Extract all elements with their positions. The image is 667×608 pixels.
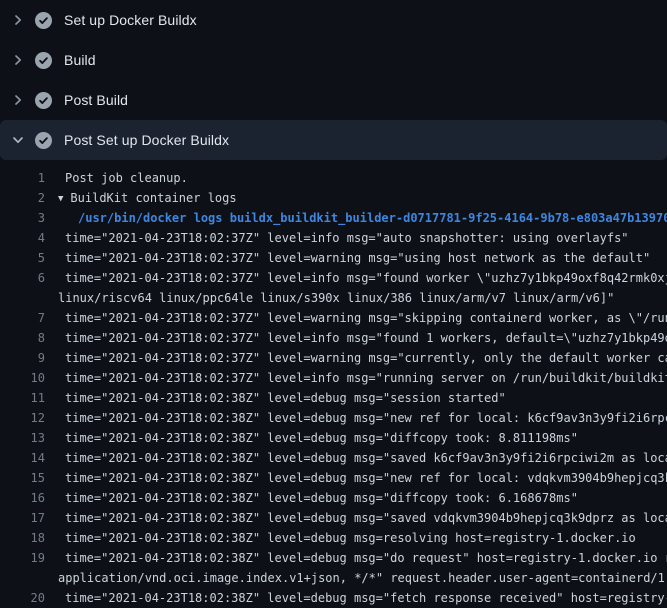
log-line-text: time="2021-04-23T18:02:37Z" level=info m… [45,368,667,388]
log-line-text: time="2021-04-23T18:02:37Z" level=info m… [45,228,667,248]
log-line-text: time="2021-04-23T18:02:38Z" level=debug … [45,548,667,568]
log-line-text: /usr/bin/docker logs buildx_buildkit_bui… [45,208,667,228]
log-line-text: time="2021-04-23T18:02:38Z" level=debug … [45,588,667,608]
chevron-right-icon[interactable] [10,12,26,28]
log-line-text: time="2021-04-23T18:02:37Z" level=info m… [45,268,667,288]
line-number[interactable]: 18 [0,528,45,548]
chevron-right-icon[interactable] [10,92,26,108]
log-line-text: time="2021-04-23T18:02:37Z" level=warnin… [45,248,667,268]
log-line: 6 time="2021-04-23T18:02:37Z" level=info… [0,268,667,288]
step-row-set-up-docker-buildx[interactable]: Set up Docker Buildx [0,0,667,40]
check-circle-icon [35,92,52,109]
line-number[interactable]: 17 [0,508,45,528]
line-number[interactable]: 2 [0,188,45,208]
step-row-post-set-up-docker-buildx[interactable]: Post Set up Docker Buildx [0,120,667,160]
log-line: 8 time="2021-04-23T18:02:37Z" level=info… [0,328,667,348]
line-number[interactable]: 3 [0,208,45,228]
log-line-text: time="2021-04-23T18:02:37Z" level=info m… [45,328,667,348]
line-number[interactable]: 12 [0,408,45,428]
log-line: 19 time="2021-04-23T18:02:38Z" level=deb… [0,548,667,568]
line-number[interactable]: 5 [0,248,45,268]
log-line: 13 time="2021-04-23T18:02:38Z" level=deb… [0,428,667,448]
log-line-text: time="2021-04-23T18:02:37Z" level=warnin… [45,348,667,368]
log-line: 14 time="2021-04-23T18:02:38Z" level=deb… [0,448,667,468]
log-line-text: time="2021-04-23T18:02:38Z" level=debug … [45,468,667,488]
line-number[interactable] [0,568,45,588]
step-label: Build [64,52,96,68]
log-line-text: application/vnd.oci.image.index.v1+json,… [45,568,667,588]
group-toggle-icon[interactable]: ▼ [58,189,63,208]
line-number[interactable]: 8 [0,328,45,348]
line-number[interactable]: 4 [0,228,45,248]
log-line-text: time="2021-04-23T18:02:38Z" level=debug … [45,508,667,528]
log-line: 15 time="2021-04-23T18:02:38Z" level=deb… [0,468,667,488]
log-line-text: time="2021-04-23T18:02:38Z" level=debug … [45,428,667,448]
log-line: 10 time="2021-04-23T18:02:37Z" level=inf… [0,368,667,388]
line-number[interactable]: 19 [0,548,45,568]
log-line: 17 time="2021-04-23T18:02:38Z" level=deb… [0,508,667,528]
line-number[interactable]: 13 [0,428,45,448]
log-line: 4 time="2021-04-23T18:02:37Z" level=info… [0,228,667,248]
log-line-text: Post job cleanup. [45,168,667,188]
log-line: application/vnd.oci.image.index.v1+json,… [0,568,667,588]
line-number[interactable]: 7 [0,308,45,328]
step-label: Set up Docker Buildx [64,12,197,28]
log-line: 18 time="2021-04-23T18:02:38Z" level=deb… [0,528,667,548]
log-line-text: time="2021-04-23T18:02:38Z" level=debug … [45,388,667,408]
log-line-text: linux/riscv64 linux/ppc64le linux/s390x … [45,288,667,308]
line-number[interactable]: 11 [0,388,45,408]
log-line: 5 time="2021-04-23T18:02:37Z" level=warn… [0,248,667,268]
step-row-build[interactable]: Build [0,40,667,80]
chevron-down-icon[interactable] [10,132,26,148]
line-number[interactable] [0,288,45,308]
step-label: Post Set up Docker Buildx [64,132,229,148]
log-line-text: time="2021-04-23T18:02:38Z" level=debug … [45,448,667,468]
line-number[interactable]: 20 [0,588,45,608]
step-row-post-build[interactable]: Post Build [0,80,667,120]
log-line: 11 time="2021-04-23T18:02:38Z" level=deb… [0,388,667,408]
log-line-text: time="2021-04-23T18:02:37Z" level=warnin… [45,308,667,328]
log-line: 7 time="2021-04-23T18:02:37Z" level=warn… [0,308,667,328]
line-number[interactable]: 14 [0,448,45,468]
workflow-steps-list: Set up Docker Buildx Build Post Build Po… [0,0,667,160]
line-number[interactable]: 1 [0,168,45,188]
log-line: 1 Post job cleanup. [0,168,667,188]
log-lines: 1 Post job cleanup. 2 ▼ BuildKit containe… [0,168,667,608]
log-line-text: time="2021-04-23T18:02:38Z" level=debug … [45,528,667,548]
log-line: linux/riscv64 linux/ppc64le linux/s390x … [0,288,667,308]
group-label[interactable]: BuildKit container logs [70,191,236,205]
log-line-text: time="2021-04-23T18:02:38Z" level=debug … [45,488,667,508]
line-number[interactable]: 15 [0,468,45,488]
log-line: 12 time="2021-04-23T18:02:38Z" level=deb… [0,408,667,428]
log-line: 20 time="2021-04-23T18:02:38Z" level=deb… [0,588,667,608]
log-line-text: ▼ BuildKit container logs [45,188,667,208]
chevron-right-icon[interactable] [10,52,26,68]
check-circle-icon [35,132,52,149]
log-line: 16 time="2021-04-23T18:02:38Z" level=deb… [0,488,667,508]
log-line: 2 ▼ BuildKit container logs [0,188,667,208]
check-circle-icon [35,52,52,69]
line-number[interactable]: 10 [0,368,45,388]
log-line: 9 time="2021-04-23T18:02:37Z" level=warn… [0,348,667,368]
log-line: 3 /usr/bin/docker logs buildx_buildkit_b… [0,208,667,228]
line-number[interactable]: 16 [0,488,45,508]
log-area: 1 Post job cleanup. 2 ▼ BuildKit containe… [0,160,667,608]
check-circle-icon [35,12,52,29]
line-number[interactable]: 6 [0,268,45,288]
log-line-text: time="2021-04-23T18:02:38Z" level=debug … [45,408,667,428]
line-number[interactable]: 9 [0,348,45,368]
step-label: Post Build [64,92,128,108]
